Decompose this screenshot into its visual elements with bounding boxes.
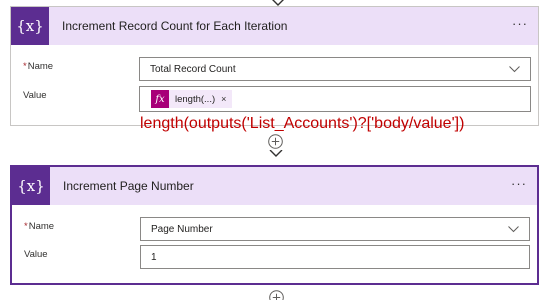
name-value: Page Number	[151, 223, 213, 235]
card-header[interactable]: {x} Increment Page Number ···	[12, 167, 537, 205]
value-row: Value 1	[12, 245, 537, 269]
add-step-icon[interactable]	[268, 134, 283, 149]
card-header[interactable]: {x} Increment Record Count for Each Iter…	[11, 7, 538, 45]
more-options-icon[interactable]: ···	[512, 17, 528, 30]
arrow-down-icon	[269, 150, 283, 158]
name-value: Total Record Count	[150, 63, 236, 75]
action-card-increment-page-number[interactable]: {x} Increment Page Number ··· *Name Page…	[10, 165, 539, 285]
name-dropdown[interactable]: Total Record Count	[139, 57, 531, 81]
value-field[interactable]: fx length(...) ×	[139, 86, 531, 112]
chevron-down-icon[interactable]	[508, 226, 519, 233]
expression-fx-icon: fx	[151, 90, 169, 108]
value-text: 1	[151, 251, 157, 263]
card-title: Increment Record Count for Each Iteratio…	[62, 19, 288, 33]
value-label: Value	[23, 90, 47, 101]
variable-icon: {x}	[12, 167, 50, 205]
name-label: *Name	[24, 221, 55, 232]
value-label: Value	[24, 249, 48, 260]
value-row: Value fx length(...) ×	[11, 86, 538, 112]
expression-annotation: length(outputs('List_Accounts')?['body/v…	[140, 115, 465, 132]
token-label: length(...)	[175, 93, 216, 105]
chevron-down-icon[interactable]	[509, 66, 520, 73]
remove-icon[interactable]: ×	[221, 94, 232, 104]
add-step-icon[interactable]	[269, 290, 284, 300]
required-mark: *	[24, 221, 28, 232]
required-mark: *	[23, 61, 27, 72]
variable-icon: {x}	[11, 7, 49, 45]
name-row: *Name Page Number	[12, 217, 537, 241]
name-row: *Name Total Record Count	[11, 57, 538, 81]
name-label: *Name	[23, 61, 54, 72]
card-title: Increment Page Number	[63, 179, 194, 193]
action-card-increment-record-count[interactable]: {x} Increment Record Count for Each Iter…	[10, 6, 539, 126]
expression-token[interactable]: fx length(...) ×	[151, 90, 233, 108]
more-options-icon[interactable]: ···	[511, 177, 527, 190]
value-input[interactable]: 1	[140, 245, 530, 269]
name-dropdown[interactable]: Page Number	[140, 217, 530, 241]
